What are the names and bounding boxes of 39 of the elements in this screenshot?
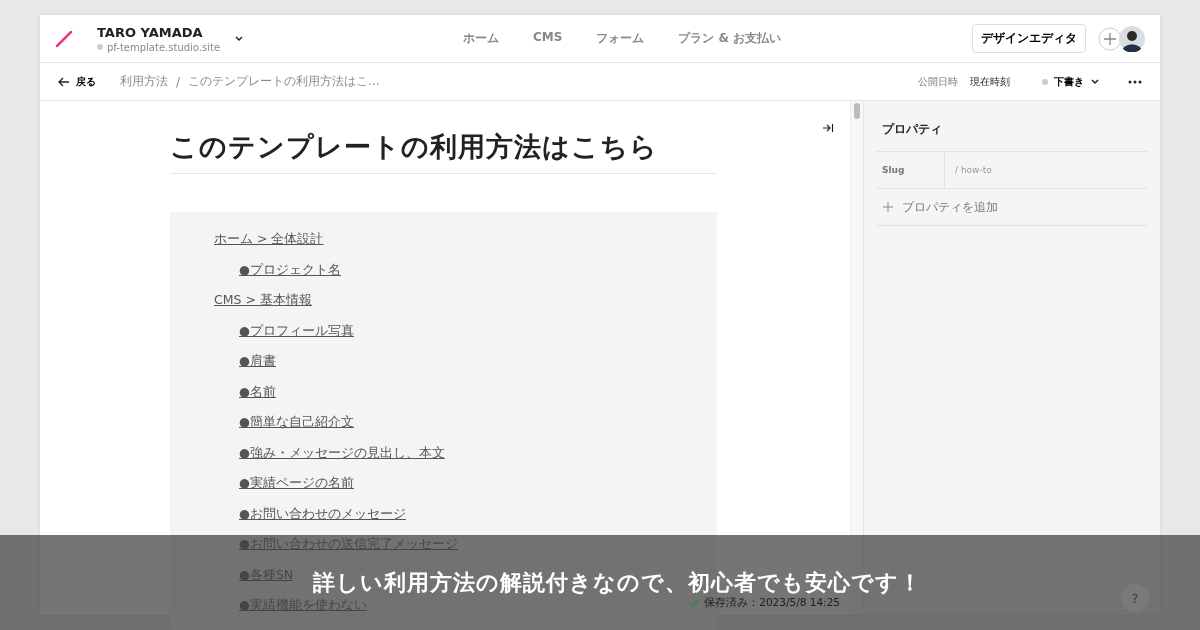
plus-icon xyxy=(883,202,893,212)
breadcrumb-separator: / xyxy=(176,74,181,89)
nav-tab[interactable]: CMS xyxy=(533,30,563,47)
avatar[interactable] xyxy=(1119,25,1145,52)
content-link[interactable]: ●プロフィール写真 xyxy=(239,321,354,339)
chevron-icon[interactable] xyxy=(234,34,245,43)
publish-value[interactable]: 現在時刻 xyxy=(970,74,1010,89)
nav-tab[interactable]: フォーム xyxy=(596,30,645,47)
content-link[interactable]: ●名前 xyxy=(239,382,276,400)
publish-label: 公開日時 xyxy=(918,74,958,89)
more-icon[interactable] xyxy=(1128,79,1142,84)
nav-tab[interactable]: ホーム xyxy=(463,30,499,47)
content-link[interactable]: ホーム > 全体設計 xyxy=(214,230,324,248)
site-name: TARO YAMADA xyxy=(97,24,204,40)
scrollbar-thumb[interactable] xyxy=(854,103,860,119)
content-link[interactable]: ●簡単な自己紹介文 xyxy=(239,413,354,431)
status-dropdown[interactable]: 下書き xyxy=(1036,73,1106,90)
content-link[interactable]: ●実績ページの名前 xyxy=(239,474,354,492)
add-property-button[interactable]: プロパティを追加 xyxy=(876,189,1148,226)
logo-icon xyxy=(55,29,73,48)
content-link[interactable]: ●肩書 xyxy=(239,352,276,370)
property-label: Slug xyxy=(876,152,945,188)
breadcrumb-link[interactable]: このテンプレートの利用方法はこ... xyxy=(188,73,380,90)
content-link[interactable]: ●お問い合わせのメッセージ xyxy=(239,504,406,522)
nav-tab[interactable]: プラン & お支払い xyxy=(678,30,782,47)
collapse-panel-icon[interactable] xyxy=(822,123,834,133)
chevron-icon xyxy=(1090,77,1100,86)
site-url: pf-template.studio.site xyxy=(97,41,221,53)
design-editor-button[interactable]: デザインエディタ xyxy=(972,24,1086,53)
content-link[interactable]: CMS > 基本情報 xyxy=(214,291,312,309)
content-link[interactable]: ●強み・メッセージの見出し、本文 xyxy=(239,443,445,461)
back-button[interactable]: 戻る xyxy=(58,74,96,89)
page-title: このテンプレートの利用方法はこちら xyxy=(170,129,717,174)
content-link[interactable]: ●プロジェクト名 xyxy=(239,260,341,278)
caption-text: 詳しい利用方法の解説付きなので、初心者でも安心です！ xyxy=(312,568,922,597)
save-status: 保存済み：2023/5/8 14:25 xyxy=(704,596,840,610)
back-arrow-icon xyxy=(58,76,70,87)
breadcrumb-link[interactable]: 利用方法 xyxy=(120,73,168,90)
panel-title: プロパティ xyxy=(876,101,1148,152)
